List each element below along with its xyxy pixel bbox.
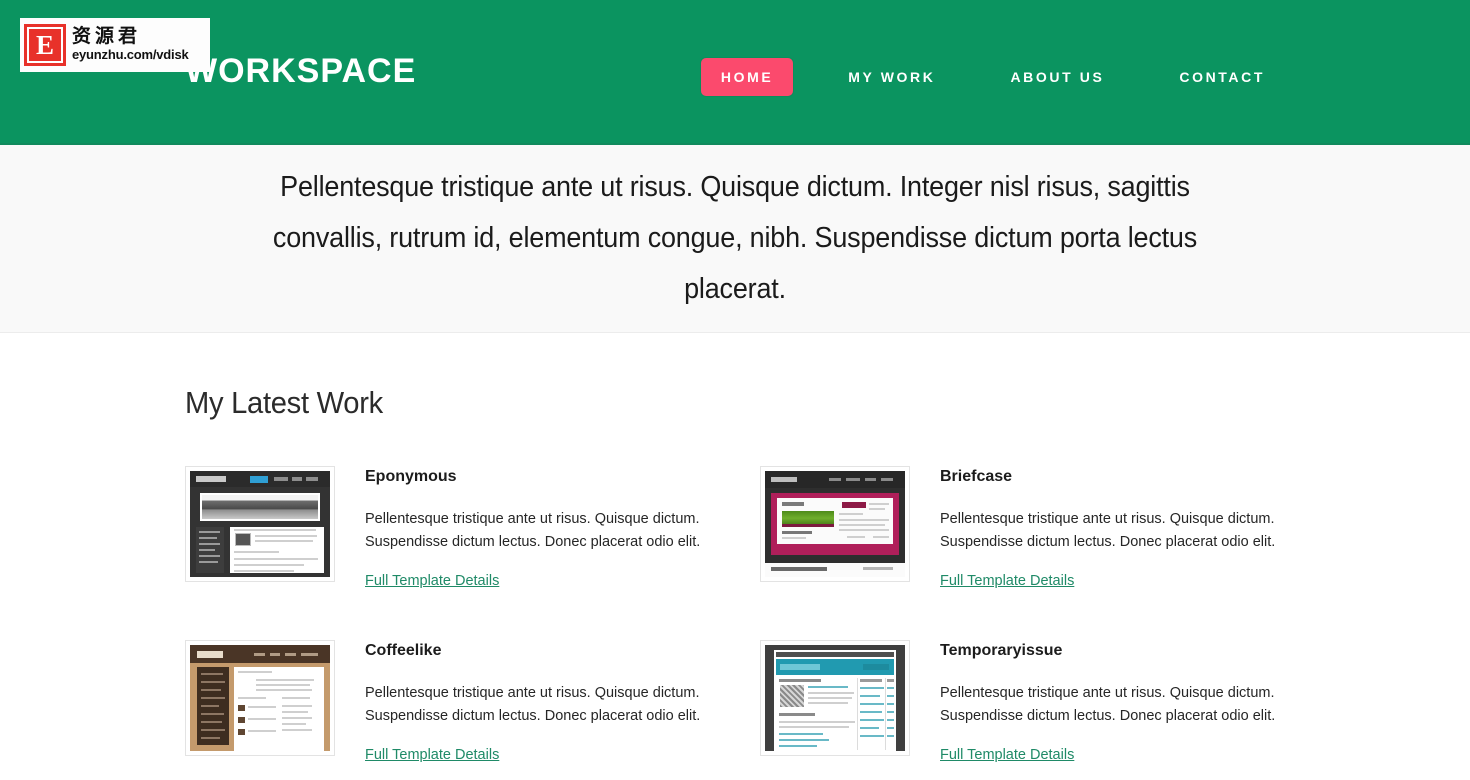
watermark-text: 资源君 eyunzhu.com/vdisk (72, 25, 189, 63)
portfolio-item-body: Briefcase Pellentesque tristique ante ut… (940, 466, 1285, 590)
watermark-badge-letter: E (27, 27, 63, 63)
briefcase-thumbnail (765, 471, 905, 577)
page-title: WORKSPACE (185, 52, 417, 90)
portfolio-item-description: Pellentesque tristique ante ut risus. Qu… (365, 511, 701, 550)
briefcase-thumbnail-link[interactable] (760, 466, 910, 582)
portfolio-item: Temporaryissue Pellentesque tristique an… (760, 640, 1285, 764)
site-header: WORKSPACE HOME MY WORK ABOUT US CONTACT … (0, 0, 1470, 145)
watermark-badge-icon: E (24, 24, 66, 66)
hero-section: Pellentesque tristique ante ut risus. Qu… (0, 145, 1470, 333)
portfolio-item-description: Pellentesque tristique ante ut risus. Qu… (940, 511, 1276, 550)
portfolio-item: Eponymous Pellentesque tristique ante ut… (185, 466, 710, 590)
portfolio-item-body: Temporaryissue Pellentesque tristique an… (940, 640, 1285, 764)
main-content: My Latest Work Eponymous Pellentesque tr… (185, 333, 1285, 764)
eponymous-thumbnail (190, 471, 330, 577)
nav-item-contact[interactable]: CONTACT (1159, 58, 1285, 96)
section-title: My Latest Work (185, 385, 383, 420)
watermark-url-text: eyunzhu.com/vdisk (72, 47, 189, 63)
portfolio-item-title: Briefcase (940, 468, 1013, 485)
full-template-details-link[interactable]: Full Template Details (940, 747, 1074, 763)
watermark-chinese-text: 资源君 (72, 25, 142, 48)
hero-text: Pellentesque tristique ante ut risus. Qu… (272, 171, 1198, 305)
coffeelike-thumbnail-link[interactable] (185, 640, 335, 756)
temporaryissue-thumbnail-link[interactable] (760, 640, 910, 756)
full-template-details-link[interactable]: Full Template Details (365, 747, 499, 763)
portfolio-item: Coffeelike Pellentesque tristique ante u… (185, 640, 710, 764)
portfolio-item-title: Coffeelike (365, 642, 442, 659)
nav-item-home[interactable]: HOME (700, 58, 794, 96)
portfolio-item-body: Eponymous Pellentesque tristique ante ut… (365, 466, 710, 590)
watermark-logo: E 资源君 eyunzhu.com/vdisk (20, 18, 210, 72)
portfolio-item-title: Eponymous (365, 468, 457, 485)
portfolio-item: Briefcase Pellentesque tristique ante ut… (760, 466, 1285, 590)
nav-item-about-us[interactable]: ABOUT US (990, 58, 1124, 96)
header-inner: WORKSPACE HOME MY WORK ABOUT US CONTACT (185, 0, 1285, 143)
portfolio-item-body: Coffeelike Pellentesque tristique ante u… (365, 640, 710, 764)
portfolio-item-description: Pellentesque tristique ante ut risus. Qu… (365, 685, 701, 724)
portfolio-grid: Eponymous Pellentesque tristique ante ut… (185, 466, 1285, 764)
full-template-details-link[interactable]: Full Template Details (365, 573, 499, 589)
nav-item-my-work[interactable]: MY WORK (828, 58, 955, 96)
portfolio-item-title: Temporaryissue (940, 642, 1063, 659)
eponymous-thumbnail-link[interactable] (185, 466, 335, 582)
full-template-details-link[interactable]: Full Template Details (940, 573, 1074, 589)
main-navigation: HOME MY WORK ABOUT US CONTACT (700, 58, 1285, 96)
portfolio-item-description: Pellentesque tristique ante ut risus. Qu… (940, 685, 1276, 724)
coffeelike-thumbnail (190, 645, 330, 751)
temporaryissue-thumbnail (765, 645, 905, 751)
